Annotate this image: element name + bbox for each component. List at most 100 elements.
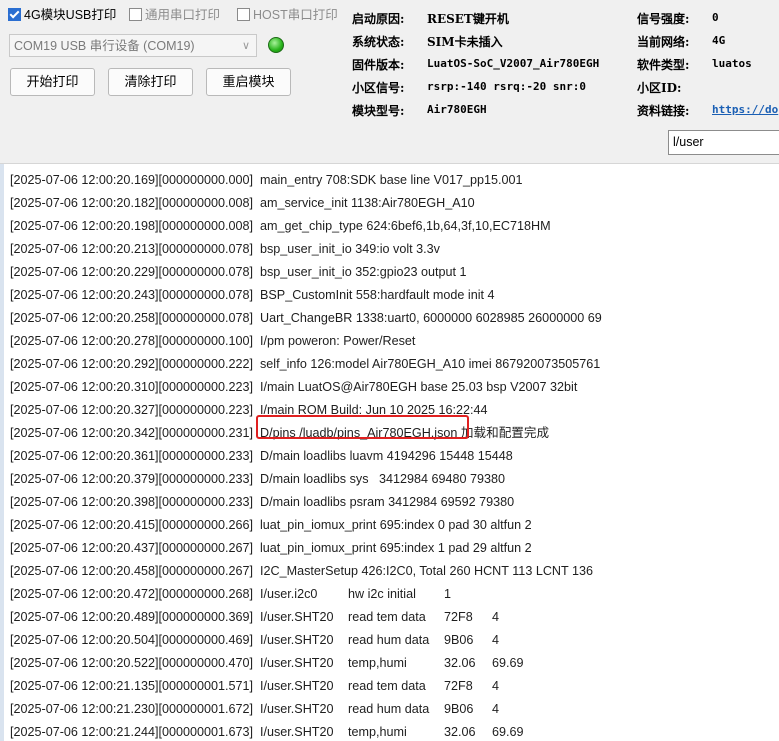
log-row: [2025-07-06 12:00:20.361][000000000.233]…: [10, 445, 513, 468]
log-message: am_get_chip_type 624:6bef6,1b,64,3f,10,E…: [260, 219, 551, 233]
log-timestamp: [2025-07-06 12:00:20.169][000000000.000]: [10, 173, 253, 187]
log-row: [2025-07-06 12:00:20.278][000000000.100]…: [10, 330, 415, 353]
connection-status-led-icon: [268, 37, 284, 53]
log-row: [2025-07-06 12:00:20.489][000000000.369]…: [10, 610, 500, 624]
log-row: [2025-07-06 12:00:20.379][000000000.233]…: [10, 468, 505, 491]
log-message: BSP_CustomInit 558:hardfault mode init 4: [260, 288, 495, 302]
log-row: [2025-07-06 12:00:20.258][000000000.078]…: [10, 307, 602, 330]
docs-link-label: 资料链接:: [637, 104, 690, 118]
log-row: [2025-07-06 12:00:20.472][000000000.268]…: [10, 587, 452, 601]
log-timestamp: [2025-07-06 12:00:20.327][000000000.223]: [10, 403, 253, 417]
log-timestamp: [2025-07-06 12:00:21.135][000000001.571]: [10, 679, 253, 693]
log-timestamp: [2025-07-06 12:00:20.243][000000000.078]: [10, 288, 253, 302]
log-row: [2025-07-06 12:00:20.522][000000000.470]…: [10, 656, 524, 670]
log-message: bsp_user_init_io 349:io volt 3.3v: [260, 242, 440, 256]
restart-module-button[interactable]: 重启模块: [206, 68, 291, 96]
port-select-value: COM19 USB 串行设备 (COM19): [14, 39, 195, 53]
host-print-checkbox[interactable]: HOST串口打印: [237, 7, 338, 23]
log-row: [2025-07-06 12:00:21.135][000000001.571]…: [10, 679, 500, 693]
log-row: [2025-07-06 12:00:20.198][000000000.008]…: [10, 215, 551, 238]
log-row: [2025-07-06 12:00:20.243][000000000.078]…: [10, 284, 495, 307]
log-row: [2025-07-06 12:00:20.504][000000000.469]…: [10, 633, 500, 647]
uart-print-label: 通用串口打印: [145, 8, 221, 22]
log-filter-input[interactable]: l/user: [668, 130, 779, 155]
log-row: [2025-07-06 12:00:20.458][000000000.267]…: [10, 560, 593, 583]
firmware-value: LuatOS-SoC_V2007_Air780EGH: [427, 57, 600, 70]
uart-print-checkbox[interactable]: 通用串口打印: [129, 7, 220, 23]
log-timestamp: [2025-07-06 12:00:20.278][000000000.100]: [10, 334, 253, 348]
log-row: [2025-07-06 12:00:20.182][000000000.008]…: [10, 192, 475, 215]
log-row: [2025-07-06 12:00:20.229][000000000.078]…: [10, 261, 467, 284]
checkbox-checked-icon: [8, 8, 21, 21]
log-row: [2025-07-06 12:00:20.415][000000000.266]…: [10, 514, 532, 537]
docs-link[interactable]: https://do: [712, 103, 779, 116]
log-row: [2025-07-06 12:00:20.292][000000000.222]…: [10, 353, 600, 376]
log-row: [2025-07-06 12:00:20.213][000000000.078]…: [10, 238, 440, 261]
log-message: self_info 126:model Air780EGH_A10 imei 8…: [260, 357, 601, 371]
boot-reason-label: 启动原因:: [352, 12, 405, 26]
log-filter-value: l/user: [673, 135, 704, 149]
log-timestamp: [2025-07-06 12:00:21.244][000000001.673]: [10, 725, 253, 739]
log-row: [2025-07-06 12:00:20.310][000000000.223]…: [10, 376, 577, 399]
log-timestamp: [2025-07-06 12:00:20.213][000000000.078]: [10, 242, 253, 256]
system-state-label: 系统状态:: [352, 35, 405, 49]
module-type-label: 模块型号:: [352, 104, 405, 118]
log-timestamp: [2025-07-06 12:00:20.361][000000000.233]: [10, 449, 253, 463]
usb-print-label: 4G模块USB打印: [24, 8, 117, 22]
log-timestamp: [2025-07-06 12:00:20.437][000000000.267]: [10, 541, 253, 555]
log-message: Uart_ChangeBR 1338:uart0, 6000000 602898…: [260, 311, 602, 325]
log-timestamp: [2025-07-06 12:00:20.489][000000000.369]: [10, 610, 253, 624]
log-message: luat_pin_iomux_print 695:index 1 pad 29 …: [260, 541, 532, 555]
log-message: D/main loadlibs luavm 4194296 15448 1544…: [260, 449, 513, 463]
log-row: [2025-07-06 12:00:21.230][000000001.672]…: [10, 702, 500, 716]
boot-reason-value: RESET键开机: [427, 12, 509, 26]
network-value: 4G: [712, 34, 726, 47]
cell-signal-label: 小区信号:: [352, 81, 405, 95]
firmware-label: 固件版本:: [352, 58, 405, 72]
log-timestamp: [2025-07-06 12:00:20.342][000000000.231]: [10, 426, 253, 440]
log-output-pane[interactable]: [2025-07-06 12:00:20.169][000000000.000]…: [0, 163, 779, 741]
log-row: [2025-07-06 12:00:20.398][000000000.233]…: [10, 491, 514, 514]
log-message: I/pm poweron: Power/Reset: [260, 334, 416, 348]
host-print-label: HOST串口打印: [253, 8, 338, 22]
log-timestamp: [2025-07-06 12:00:20.472][000000000.268]: [10, 587, 253, 601]
log-row: [2025-07-06 12:00:21.244][000000001.673]…: [10, 725, 524, 739]
module-type-value: Air780EGH: [427, 103, 487, 116]
usb-print-checkbox[interactable]: 4G模块USB打印: [8, 7, 116, 23]
log-message: I/main LuatOS@Air780EGH base 25.03 bsp V…: [260, 380, 578, 394]
log-message: D/main loadlibs sys 3412984 69480 79380: [260, 472, 506, 486]
log-message: am_service_init 1138:Air780EGH_A10: [260, 196, 475, 210]
log-message: luat_pin_iomux_print 695:index 0 pad 30 …: [260, 518, 532, 532]
log-timestamp: [2025-07-06 12:00:20.229][000000000.078]: [10, 265, 253, 279]
log-message: main_entry 708:SDK base line V017_pp15.0…: [260, 173, 523, 187]
cell-signal-value: rsrp:-140 rsrq:-20 snr:0: [427, 80, 586, 93]
highlight-box: [256, 415, 469, 439]
port-select[interactable]: COM19 USB 串行设备 (COM19) ∨: [9, 34, 257, 57]
checkbox-unchecked-icon: [237, 8, 250, 21]
start-print-button[interactable]: 开始打印: [10, 68, 95, 96]
network-label: 当前网络:: [637, 35, 690, 49]
clear-print-button[interactable]: 清除打印: [108, 68, 193, 96]
log-row: [2025-07-06 12:00:20.327][000000000.223]…: [10, 399, 488, 422]
log-timestamp: [2025-07-06 12:00:20.522][000000000.470]: [10, 656, 253, 670]
log-pane-gutter: [0, 164, 4, 741]
chevron-down-icon: ∨: [241, 40, 250, 52]
log-timestamp: [2025-07-06 12:00:20.458][000000000.267]: [10, 564, 253, 578]
log-timestamp: [2025-07-06 12:00:20.258][000000000.078]: [10, 311, 253, 325]
log-timestamp: [2025-07-06 12:00:20.398][000000000.233]: [10, 495, 253, 509]
signal-strength-label: 信号强度:: [637, 12, 690, 26]
signal-strength-value: 0: [712, 11, 719, 24]
log-message: bsp_user_init_io 352:gpio23 output 1: [260, 265, 467, 279]
log-timestamp: [2025-07-06 12:00:20.504][000000000.469]: [10, 633, 253, 647]
software-type-value: luatos: [712, 57, 752, 70]
log-timestamp: [2025-07-06 12:00:20.292][000000000.222]: [10, 357, 253, 371]
log-row: [2025-07-06 12:00:20.342][000000000.231]…: [10, 422, 549, 445]
system-state-value: SIM卡未插入: [427, 35, 503, 49]
log-row: [2025-07-06 12:00:20.169][000000000.000]…: [10, 169, 523, 192]
cell-id-label: 小区ID:: [637, 81, 682, 95]
log-message: I2C_MasterSetup 426:I2C0, Total 260 HCNT…: [260, 564, 593, 578]
log-timestamp: [2025-07-06 12:00:20.198][000000000.008]: [10, 219, 253, 233]
log-timestamp: [2025-07-06 12:00:20.415][000000000.266]: [10, 518, 253, 532]
log-timestamp: [2025-07-06 12:00:20.310][000000000.223]: [10, 380, 253, 394]
checkbox-unchecked-icon: [129, 8, 142, 21]
